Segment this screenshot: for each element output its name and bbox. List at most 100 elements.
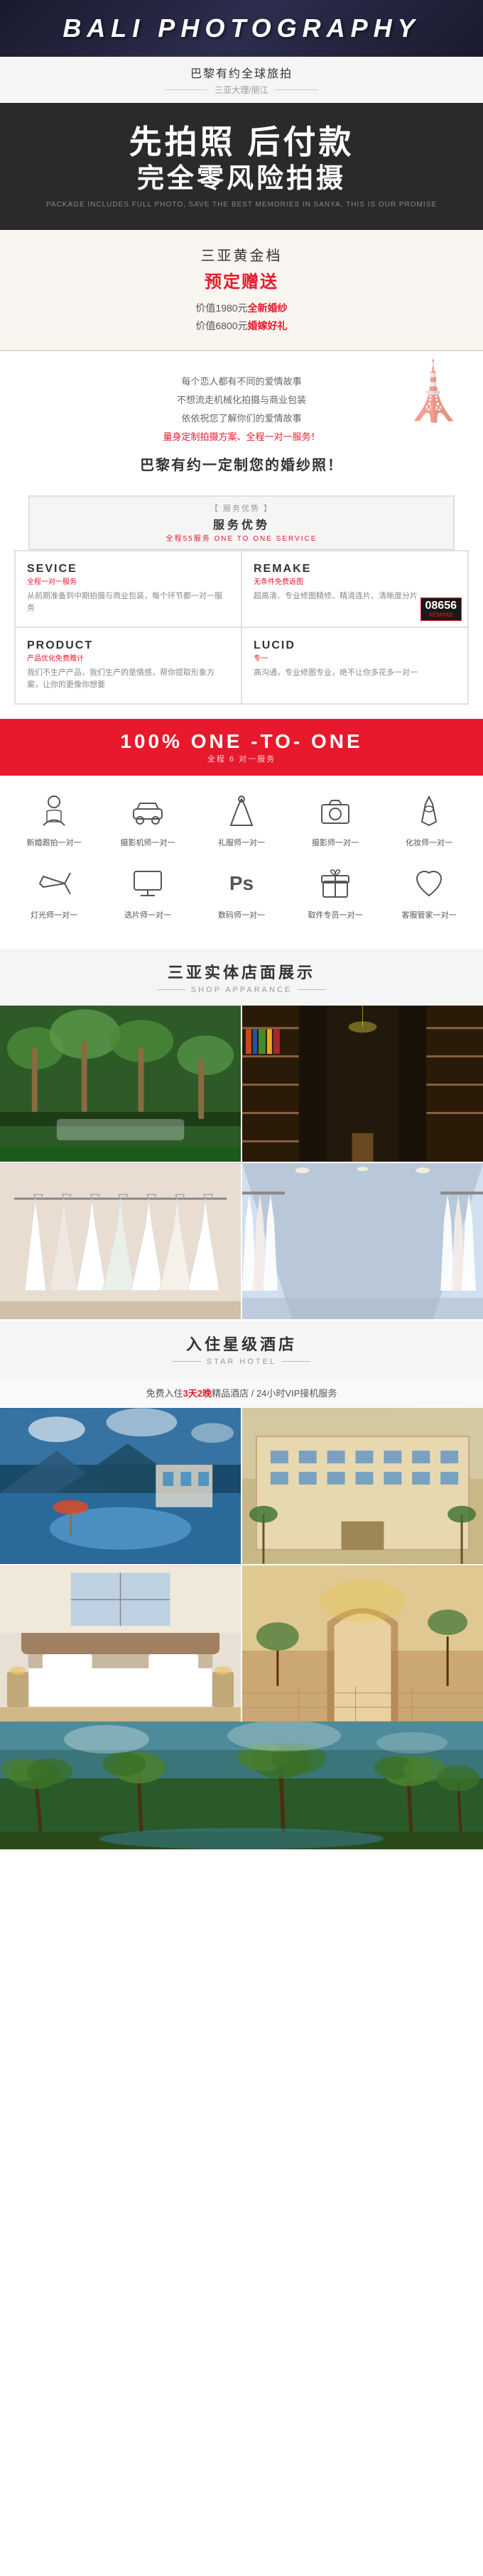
icon-label-2: 摄影机师一对一	[121, 837, 175, 848]
sub-header-divider: 三亚大理/丽江	[0, 84, 483, 96]
gold-section: 三亚黄金档 预定赠送 价值1980元全新婚纱 价值6800元婚嫁好礼	[0, 230, 483, 351]
icon-service: 客服管家一对一	[394, 862, 465, 920]
hotel-panorama	[0, 1722, 483, 1849]
service-grid: SEVICE 全程一对一服务 从前期准备到中期拍摄与商业包装，每个环节都一对一服…	[14, 550, 469, 705]
light-icon	[33, 862, 75, 905]
icon-camera: 摄影师一对一	[300, 790, 371, 848]
gold-item2: 价值6800元婚嫁好礼	[14, 317, 469, 335]
service-cell-desc-1: 从前期准备到中期拍摄与商业包装，每个环节都一对一服务	[27, 590, 229, 615]
icons-row-1: 新婚跟拍一对一 摄影机师一对一 礼服师一对一	[7, 790, 476, 848]
story-line2: 不想流走机械化拍摄与商业包装	[28, 391, 455, 409]
gift-icon	[314, 862, 357, 905]
sub-header: 巴黎有约全球旅拍 三亚大理/丽江	[0, 57, 483, 103]
service-sub: 全程55服务 ONE TO ONE SERVICE	[30, 532, 453, 543]
remake-number: 08656	[425, 600, 457, 612]
store-photo-grid	[0, 1006, 483, 1319]
service-cell-title-1: SEVICE	[27, 563, 229, 576]
bride-icon	[33, 790, 75, 832]
divider-left	[165, 89, 207, 90]
service-title: 服务优势	[30, 515, 453, 532]
icon-label-10: 客服管家一对一	[402, 909, 457, 920]
header-banner: BALI PHOTOGRAPHY	[0, 0, 483, 57]
service-eng: 【 服务优势 】	[30, 502, 453, 514]
eiffel-icon: 🗼	[398, 358, 469, 425]
hotel-divider: STAR HOTEL	[11, 1358, 472, 1366]
service-cell-title-4: LUCID	[254, 639, 456, 652]
icon-select: 选片师一对一	[112, 862, 183, 920]
icon-label-6: 灯光师一对一	[31, 909, 77, 920]
icon-label-5: 化妆师一对一	[406, 837, 452, 848]
service-cell-lucid: LUCID 专一 高沟通，专业修图专业，绝不让你多花多一对一	[242, 627, 468, 704]
icon-label-3: 礼服师一对一	[218, 837, 265, 848]
camera-icon	[314, 790, 357, 832]
monitor-icon	[126, 862, 169, 905]
store-photo-1	[0, 1006, 241, 1162]
gold-item1: 价值1980元全新婚纱	[14, 299, 469, 317]
icon-label-8: 数码师一对一	[218, 909, 265, 920]
divider-left	[157, 989, 185, 990]
service-advantage-wrapper: 【 服务优势 】 服务优势 全程55服务 ONE TO ONE SERVICE	[14, 495, 469, 550]
divider-right	[298, 989, 326, 990]
hotel-info: 免费入住3天2晚精品酒店 / 24小时VIP接机服务	[0, 1377, 483, 1408]
hotel-title: 入住星级酒店	[11, 1332, 472, 1355]
car-icon	[126, 790, 169, 832]
makeup-icon	[408, 790, 450, 832]
hotel-photo-4	[242, 1565, 483, 1722]
icon-light: 灯光师一对一	[18, 862, 89, 920]
remake-label: REMAKE	[425, 612, 457, 618]
ps-icon: Ps	[220, 862, 263, 905]
store-sub: SHOP APPARANCE	[191, 986, 292, 994]
icon-gift: 取件专员一对一	[300, 862, 371, 920]
service-cell-product: PRODUCT 产品优化免费赠计 我们不生产产品，我们生产的是情感，帮你提取形象…	[15, 627, 242, 704]
divider-left	[173, 1361, 201, 1362]
one-to-one-title: 100% ONE -TO- ONE	[11, 730, 472, 753]
service-cell-sevice: SEVICE 全程一对一服务 从前期准备到中期拍摄与商业包装，每个环节都一对一服…	[15, 551, 242, 627]
tagline: 三亚大理/丽江	[215, 84, 268, 96]
icon-bride: 新婚跟拍一对一	[18, 790, 89, 848]
one-to-one-section: 100% ONE -TO- ONE 全程 6 对一服务	[0, 719, 483, 776]
hotel-photo-grid	[0, 1408, 483, 1722]
gold-items: 价值1980元全新婚纱 价值6800元婚嫁好礼	[14, 299, 469, 335]
service-header: 【 服务优势 】 服务优势 全程55服务 ONE TO ONE SERVICE	[28, 495, 455, 550]
one-to-one-sub: 全程 6 对一服务	[11, 753, 472, 764]
icon-ps: Ps 数码师一对一	[206, 862, 277, 920]
hotel-photo-2	[242, 1408, 483, 1564]
service-cell-title-3: PRODUCT	[27, 639, 229, 652]
service-cell-subtitle-2: 无条件免费返图	[254, 576, 456, 586]
story-big: 巴黎有约一定制您的婚纱照！	[28, 453, 455, 474]
icon-car: 摄影机师一对一	[112, 790, 183, 848]
hotel-highlight: 3天2晚	[183, 1388, 212, 1399]
hotel-photo-1	[0, 1408, 241, 1564]
store-photo-2	[242, 1006, 483, 1162]
store-photo-4	[242, 1163, 483, 1319]
icons-row-2: 灯光师一对一 选片师一对一 Ps 数码师一对一	[7, 862, 476, 920]
gold-gift: 预定赠送	[14, 268, 469, 292]
store-title: 三亚实体店面展示	[11, 960, 472, 983]
service-cell-subtitle-3: 产品优化免费赠计	[27, 652, 229, 663]
promo-line1: 先拍照 后付款	[14, 124, 469, 160]
service-cell-subtitle-1: 全程一对一服务	[27, 576, 229, 586]
service-cell-remake: REMAKE 无条件免费返图 超高清、专业修图精修、精清连片、清晰度分片 086…	[242, 551, 468, 627]
heart-icon	[408, 862, 450, 905]
remake-badge: 08656 REMAKE	[420, 598, 462, 621]
story-section: 🗼 每个恋人都有不同的爱情故事 不想流走机械化拍摄与商业包装 依依祝您了解你们的…	[0, 351, 483, 495]
service-cell-subtitle-4: 专一	[254, 652, 456, 663]
service-cell-desc-3: 我们不生产产品，我们生产的是情感，帮你提取形象方案，让你的更像你想要	[27, 667, 229, 692]
store-photo-3	[0, 1163, 241, 1319]
header-title: BALI PHOTOGRAPHY	[63, 13, 420, 43]
icon-label-4: 摄影师一对一	[312, 837, 359, 848]
icon-dress: 礼服师一对一	[206, 790, 277, 848]
promo-banner: 先拍照 后付款 完全零风险拍摄 PACKAGE INCLUDES FULL PH…	[0, 103, 483, 230]
story-highlight: 量身定制拍摄方案、全程一对一服务！	[28, 428, 455, 446]
divider-right	[282, 1361, 310, 1362]
promo-eng: PACKAGE INCLUDES FULL PHOTO, SAVE THE BE…	[14, 201, 469, 209]
icon-label-7: 选片师一对一	[124, 909, 171, 920]
icons-section: 新婚跟拍一对一 摄影机师一对一 礼服师一对一	[0, 776, 483, 949]
hotel-photo-3	[0, 1565, 241, 1722]
subtitle: 巴黎有约全球旅拍	[0, 64, 483, 81]
story-line1: 每个恋人都有不同的爱情故事	[28, 373, 455, 391]
hotel-sub: STAR HOTEL	[207, 1358, 276, 1366]
service-cell-desc-4: 高沟通，专业修图专业，绝不让你多花多一对一	[254, 667, 456, 680]
gold-title: 三亚黄金档	[14, 244, 469, 265]
dress-icon	[220, 790, 263, 832]
